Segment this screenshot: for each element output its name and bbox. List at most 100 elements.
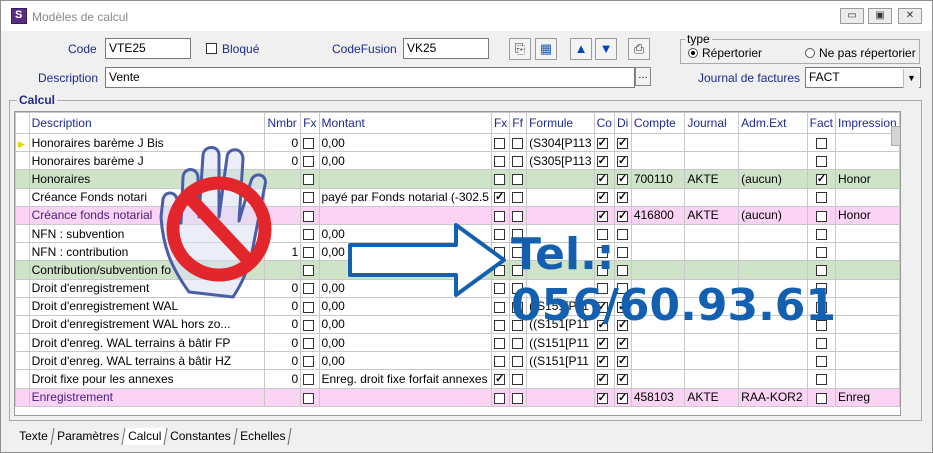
cell-montant[interactable]: Enreg. droit fixe forfait annexes (318, 369, 492, 389)
cell-nmbr[interactable]: 0 (264, 351, 302, 371)
cell-formule[interactable] (526, 205, 595, 225)
column-header[interactable]: Fact (806, 112, 837, 134)
cell-description[interactable]: Enregistrement (28, 387, 266, 407)
restore-button[interactable]: ▣ (868, 8, 892, 24)
cell-adm-ext[interactable] (738, 132, 808, 153)
cell-formule[interactable]: ((S151[P11 (526, 333, 595, 353)
fx2-checkbox[interactable] (493, 137, 505, 149)
cell-impression[interactable] (835, 151, 900, 171)
cell-description[interactable]: Droit d'enreg. WAL terrains à bâtir FP (28, 333, 266, 353)
cell-formule[interactable] (526, 387, 595, 407)
ff-checkbox[interactable] (512, 156, 524, 168)
cell-adm-ext[interactable] (738, 369, 808, 389)
ff-checkbox[interactable] (512, 356, 524, 368)
cell-impression[interactable] (835, 351, 900, 371)
column-header[interactable]: Fx (490, 112, 511, 134)
cell-compte[interactable] (630, 333, 686, 353)
co-checkbox[interactable] (596, 154, 608, 168)
ff-checkbox[interactable] (512, 137, 524, 149)
move-up-button[interactable]: ▲ (570, 38, 592, 60)
fact-checkbox[interactable] (815, 156, 827, 168)
cell-journal[interactable]: AKTE (684, 387, 740, 407)
close-button[interactable]: ✕ (898, 8, 922, 24)
tab-paramètres[interactable]: Paramètres (51, 428, 126, 445)
cell-compte[interactable] (630, 151, 686, 171)
cell-montant[interactable] (318, 387, 492, 407)
ff-checkbox[interactable] (512, 392, 524, 404)
fact-checkbox[interactable] (815, 392, 827, 404)
cell-montant[interactable]: 0,00 (318, 132, 492, 153)
di-checkbox[interactable] (616, 391, 628, 404)
chevron-down-icon[interactable]: ▼ (903, 69, 919, 88)
cell-montant[interactable]: 0,00 (318, 351, 492, 371)
cell-compte[interactable] (630, 351, 686, 371)
column-header[interactable]: Journal (684, 112, 740, 134)
fx2-checkbox[interactable] (493, 372, 505, 386)
cell-montant[interactable] (318, 169, 492, 189)
cell-compte[interactable] (630, 187, 686, 207)
di-checkbox[interactable] (616, 136, 628, 149)
tab-echelles[interactable]: Echelles (234, 428, 292, 445)
column-header[interactable]: Formule (526, 112, 595, 134)
di-checkbox[interactable] (616, 336, 628, 349)
fact-checkbox[interactable] (815, 337, 827, 349)
cell-adm-ext[interactable]: RAA-KOR2 (738, 387, 808, 407)
fact-checkbox[interactable] (815, 210, 827, 222)
cell-formule[interactable]: (S305[P113 (526, 151, 595, 171)
column-header[interactable]: Adm.Ext (738, 112, 808, 134)
journal-select[interactable]: FACT ▼ (805, 67, 921, 88)
tab-constantes[interactable]: Constantes (164, 428, 238, 445)
cell-adm-ext[interactable] (738, 187, 808, 207)
di-checkbox[interactable] (616, 154, 628, 168)
cell-compte[interactable]: 458103 (630, 387, 686, 407)
tab-calcul[interactable]: Calcul (122, 428, 168, 445)
cell-formule[interactable] (526, 169, 595, 189)
column-header[interactable]: Co (593, 112, 615, 134)
cell-nmbr[interactable]: 0 (264, 369, 302, 389)
fx2-checkbox[interactable] (493, 156, 505, 168)
cell-compte[interactable] (630, 132, 686, 153)
cell-impression[interactable] (835, 187, 900, 207)
co-checkbox[interactable] (596, 391, 608, 404)
cell-journal[interactable] (684, 333, 740, 353)
co-checkbox[interactable] (596, 209, 608, 222)
fx-checkbox[interactable] (303, 392, 315, 404)
co-checkbox[interactable] (596, 136, 608, 149)
column-header[interactable]: Description (28, 112, 266, 134)
radio-ne-pas-repertorier[interactable] (805, 48, 815, 58)
cell-impression[interactable]: Honor (835, 169, 900, 189)
fx2-checkbox[interactable] (493, 319, 505, 331)
move-down-button[interactable]: ▼ (595, 38, 617, 60)
cell-adm-ext[interactable] (738, 351, 808, 371)
cell-journal[interactable] (684, 151, 740, 171)
radio-repertorier[interactable] (688, 48, 698, 58)
fx2-checkbox[interactable] (493, 301, 505, 313)
print-icon[interactable]: ⎙ (628, 38, 650, 60)
cell-impression[interactable] (835, 369, 900, 389)
fact-checkbox[interactable] (815, 356, 827, 368)
column-header[interactable]: Ff (509, 112, 528, 134)
cell-journal[interactable] (684, 132, 740, 153)
column-header[interactable]: Montant (318, 112, 492, 134)
vertical-scrollbar-thumb[interactable] (891, 126, 900, 146)
cell-montant[interactable]: 0,00 (318, 296, 492, 316)
ff-checkbox[interactable] (512, 337, 524, 349)
cell-impression[interactable] (835, 132, 900, 153)
fx-checkbox[interactable] (303, 356, 315, 368)
fx-checkbox[interactable] (303, 319, 315, 331)
co-checkbox[interactable] (596, 172, 608, 186)
cell-description[interactable]: Droit fixe pour les annexes (28, 369, 266, 389)
add-record-icon[interactable]: ▦ (535, 38, 557, 60)
cell-journal[interactable]: AKTE (684, 169, 740, 189)
co-checkbox[interactable] (596, 336, 608, 349)
cell-formule[interactable] (526, 187, 595, 207)
cell-journal[interactable] (684, 187, 740, 207)
description-input[interactable]: Vente (105, 67, 635, 88)
di-checkbox[interactable] (616, 172, 628, 186)
cell-compte[interactable] (630, 369, 686, 389)
ff-checkbox[interactable] (512, 374, 524, 386)
cell-impression[interactable]: Enreg (835, 387, 900, 407)
fact-checkbox[interactable] (815, 137, 827, 149)
fx2-checkbox[interactable] (493, 392, 505, 404)
co-checkbox[interactable] (596, 372, 608, 386)
